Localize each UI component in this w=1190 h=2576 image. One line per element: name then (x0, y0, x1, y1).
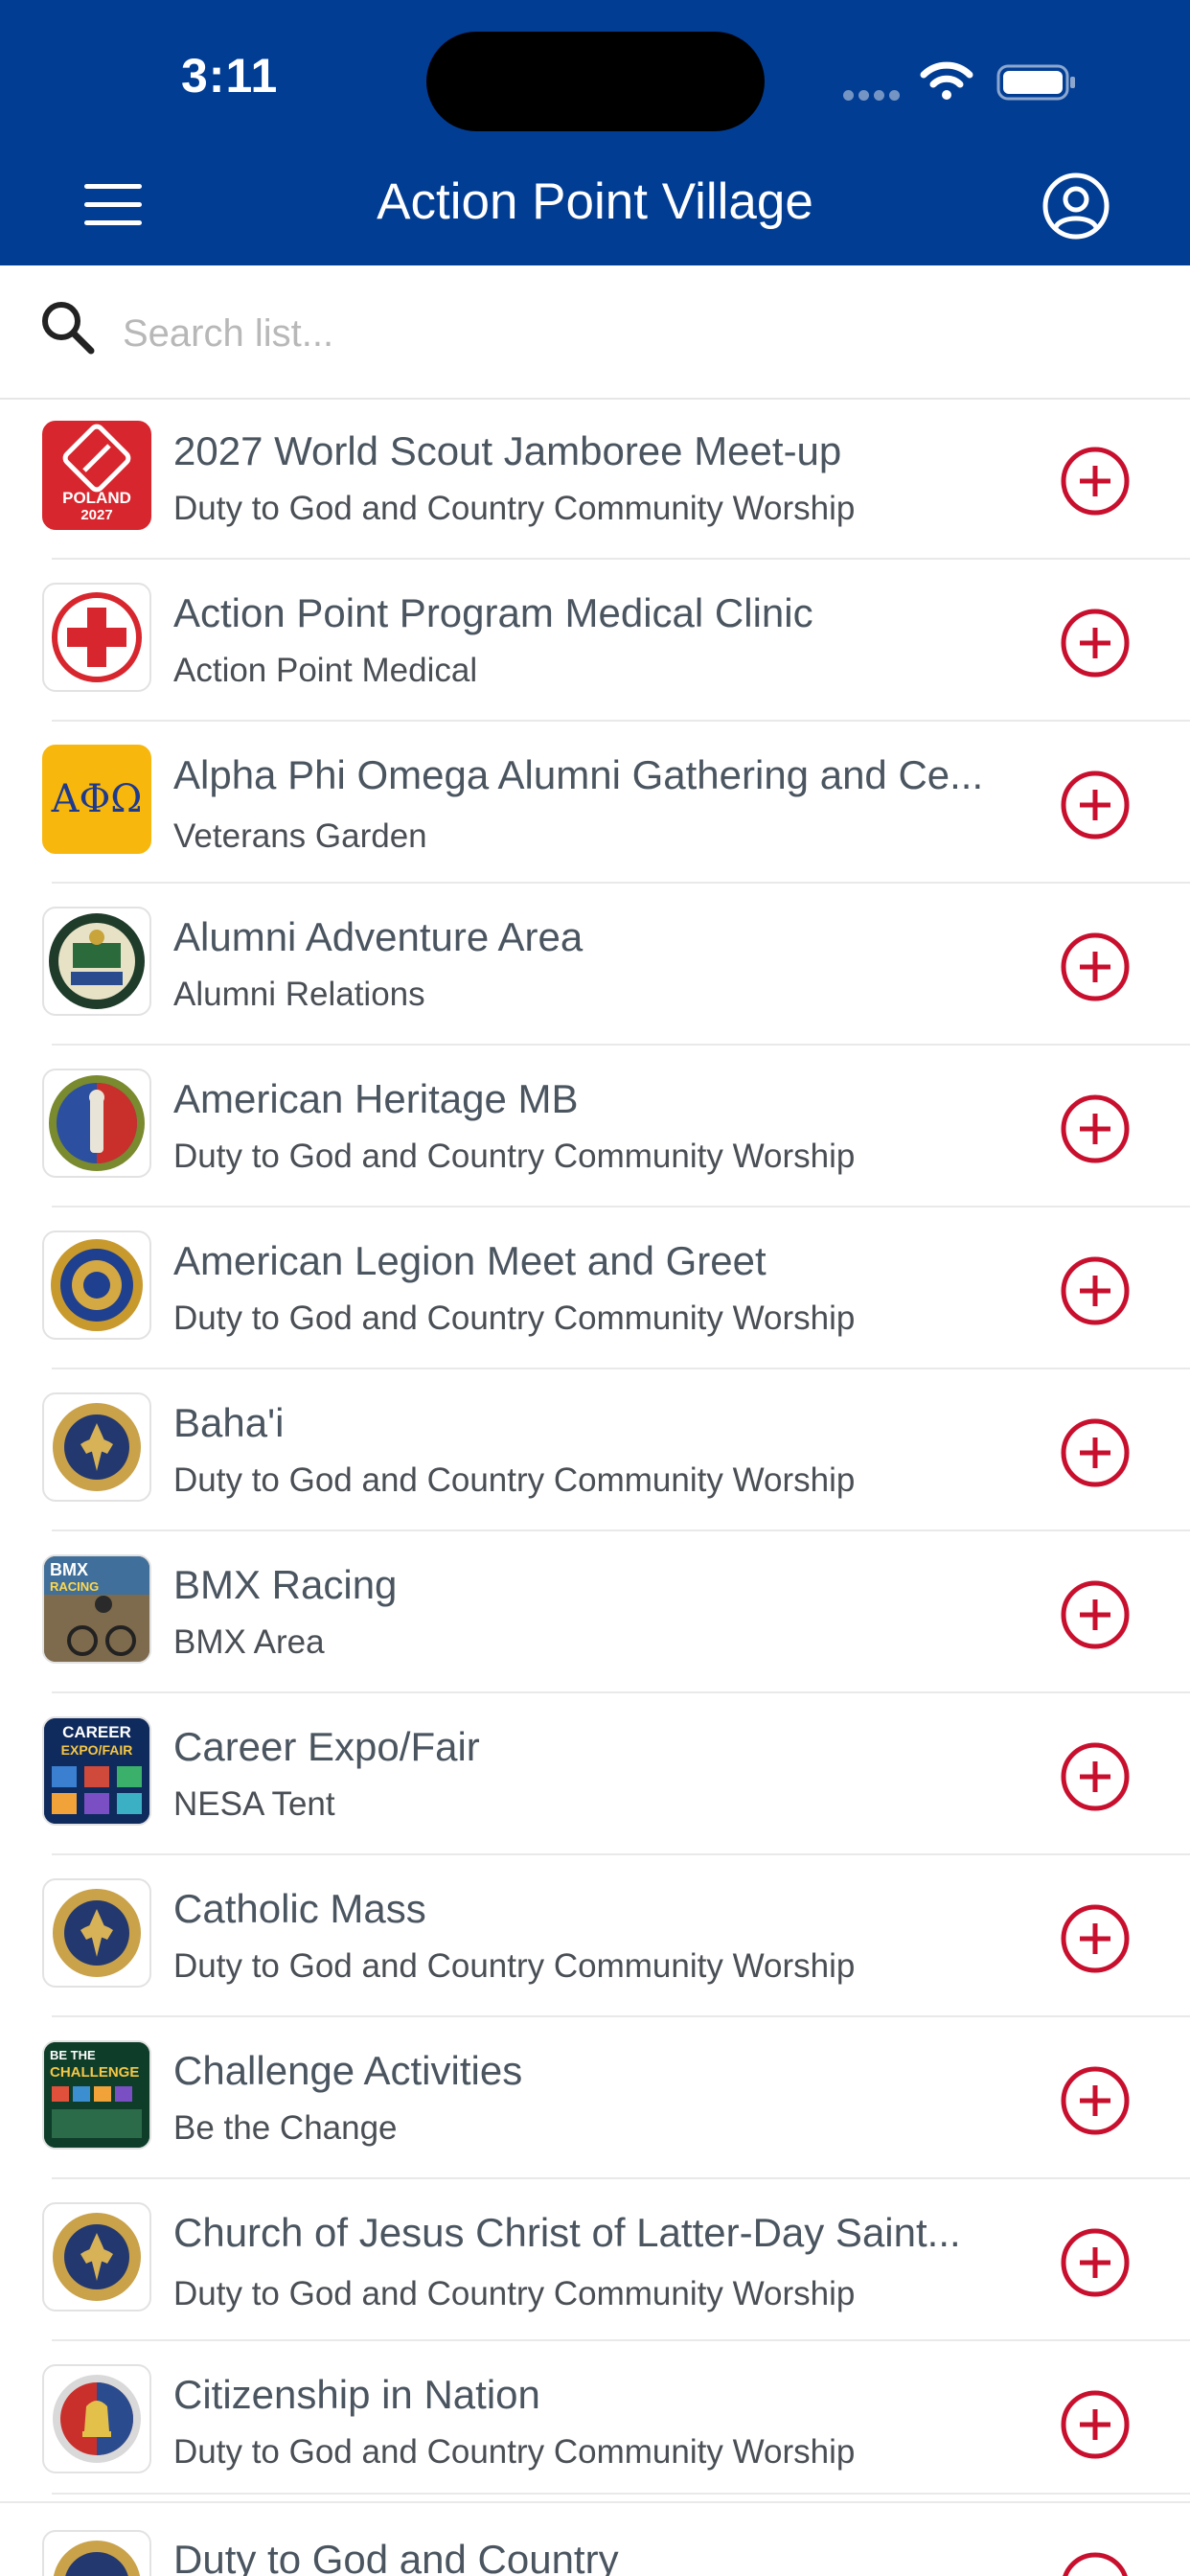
item-title: American Legion Meet and Greet (173, 1238, 767, 1283)
battery-icon (996, 64, 1075, 101)
american-legion-emblem (42, 1230, 151, 1340)
item-title: Catholic Mass (173, 1886, 426, 1931)
citizenship-in-nation-badge (42, 2364, 151, 2473)
svg-text:BMX: BMX (50, 1560, 88, 1579)
item-subtitle: Be the Change (173, 2109, 398, 2147)
dynamic-island (426, 32, 765, 131)
profile-icon[interactable] (1041, 172, 1110, 241)
item-title: 2027 World Scout Jamboree Meet-up (173, 428, 842, 473)
item-subtitle: Duty to God and Country Community Worshi… (173, 1138, 856, 1175)
list-item[interactable]: Duty to God and Country (0, 2503, 1190, 2576)
add-circle-icon[interactable] (1060, 2389, 1131, 2460)
list-item[interactable]: CAREER EXPO/FAIR Career Expo/Fair NESA T… (0, 1693, 1190, 1855)
item-subtitle: Action Point Medical (173, 652, 478, 689)
add-circle-icon[interactable] (1060, 1255, 1131, 1326)
item-title: Citizenship in Nation (173, 2372, 540, 2417)
add-circle-icon[interactable] (1060, 1579, 1131, 1650)
list-item[interactable]: ΑΦΩ Alpha Phi Omega Alumni Gathering and… (0, 722, 1190, 884)
list-item[interactable]: POLAND 2027 2027 World Scout Jamboree Me… (0, 398, 1190, 560)
item-title: Career Expo/Fair (173, 1724, 480, 1769)
add-circle-icon[interactable] (1060, 2227, 1131, 2298)
item-subtitle: Veterans Garden (173, 817, 427, 855)
item-title: American Heritage MB (173, 1076, 579, 1121)
svg-text:CAREER: CAREER (62, 1723, 131, 1741)
svg-text:EXPO/FAIR: EXPO/FAIR (61, 1742, 133, 1758)
svg-text:RACING: RACING (50, 1579, 99, 1594)
add-circle-icon[interactable] (1060, 770, 1131, 840)
american-heritage-merit-badge (42, 1069, 151, 1178)
list-item[interactable]: BMX RACING BMX Racing BMX Area (0, 1531, 1190, 1693)
list-item[interactable]: Alumni Adventure Area Alumni Relations (0, 884, 1190, 1046)
item-subtitle: BMX Area (173, 1623, 325, 1661)
list-item[interactable]: Church of Jesus Christ of Latter-Day Sai… (0, 2179, 1190, 2341)
career-expo-image: CAREER EXPO/FAIR (42, 1716, 151, 1826)
item-subtitle: Duty to God and Country Community Worshi… (173, 1300, 856, 1337)
add-circle-icon[interactable] (1060, 1903, 1131, 1974)
cellular-signal-icon (843, 88, 904, 101)
search-icon (42, 302, 95, 355)
duty-to-god-medallion (42, 1392, 151, 1502)
search-bar (0, 265, 1190, 400)
item-subtitle: Alumni Relations (173, 976, 425, 1013)
status-time: 3:11 (181, 49, 279, 103)
alpha-phi-omega-logo: ΑΦΩ (42, 745, 151, 854)
svg-text:POLAND: POLAND (62, 489, 131, 507)
item-subtitle: Duty to God and Country Community Worshi… (173, 490, 856, 527)
activity-list: POLAND 2027 2027 World Scout Jamboree Me… (0, 398, 1190, 2495)
jamboree-poland-logo: POLAND 2027 (42, 421, 151, 530)
duty-to-god-medallion (42, 2202, 151, 2312)
svg-text:2027: 2027 (80, 507, 112, 523)
wifi-icon (920, 61, 973, 100)
item-title: Alumni Adventure Area (173, 914, 584, 959)
list-item[interactable]: American Legion Meet and Greet Duty to G… (0, 1208, 1190, 1369)
be-the-challenge-image: BE THE CHALLENGE (42, 2040, 151, 2150)
add-circle-icon[interactable] (1060, 446, 1131, 517)
svg-text:BE THE: BE THE (50, 2048, 96, 2062)
item-title: Baha'i (173, 1400, 285, 1445)
item-subtitle: Duty to God and Country Community Worshi… (173, 1947, 856, 1985)
medical-cross-logo (42, 583, 151, 692)
add-circle-icon[interactable] (1060, 2551, 1131, 2576)
duty-to-god-medallion (42, 2530, 151, 2576)
svg-text:CHALLENGE: CHALLENGE (50, 2064, 139, 2081)
alumni-relations-badge (42, 907, 151, 1016)
app-header: 3:11 Action Point Village (0, 0, 1190, 265)
item-title: Alpha Phi Omega Alumni Gathering and Ce.… (173, 752, 984, 797)
page-title: Action Point Village (377, 173, 813, 230)
list-item[interactable]: American Heritage MB Duty to God and Cou… (0, 1046, 1190, 1208)
item-title: Church of Jesus Christ of Latter-Day Sai… (173, 2210, 961, 2255)
item-title: Duty to God and Country (173, 2537, 619, 2576)
add-circle-icon[interactable] (1060, 1093, 1131, 1164)
list-item[interactable]: Baha'i Duty to God and Country Community… (0, 1369, 1190, 1531)
item-title: Challenge Activities (173, 2048, 523, 2093)
list-item[interactable]: BE THE CHALLENGE Challenge Activities Be… (0, 2017, 1190, 2179)
list-item[interactable]: Action Point Program Medical Clinic Acti… (0, 560, 1190, 722)
add-circle-icon[interactable] (1060, 1417, 1131, 1488)
item-subtitle: Duty to God and Country Community Worshi… (173, 2275, 856, 2312)
add-circle-icon[interactable] (1060, 608, 1131, 678)
add-circle-icon[interactable] (1060, 932, 1131, 1002)
list-item[interactable]: Catholic Mass Duty to God and Country Co… (0, 1855, 1190, 2017)
item-title: Action Point Program Medical Clinic (173, 590, 813, 635)
list-item[interactable]: Citizenship in Nation Duty to God and Co… (0, 2341, 1190, 2495)
add-circle-icon[interactable] (1060, 2065, 1131, 2136)
duty-to-god-medallion (42, 1878, 151, 1988)
item-subtitle: NESA Tent (173, 1785, 335, 1823)
add-circle-icon[interactable] (1060, 1741, 1131, 1812)
item-title: BMX Racing (173, 1562, 398, 1607)
item-subtitle: Duty to God and Country Community Worshi… (173, 2433, 856, 2471)
item-subtitle: Duty to God and Country Community Worshi… (173, 1461, 856, 1499)
svg-text:ΑΦΩ: ΑΦΩ (51, 777, 143, 821)
search-input[interactable] (121, 294, 1083, 373)
bmx-racing-image: BMX RACING (42, 1554, 151, 1664)
